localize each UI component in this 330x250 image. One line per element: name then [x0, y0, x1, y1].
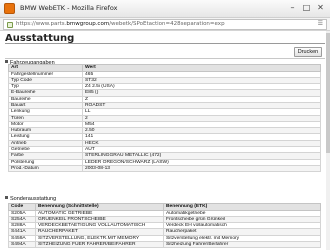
section-marker-icon	[5, 196, 8, 199]
navigation-bar: https://www.parts.bmwgroup.com/webetk/SP…	[0, 18, 330, 31]
firefox-icon	[4, 3, 15, 14]
window-title: BMW WebETK - Mozilla Firefox	[20, 4, 118, 12]
special-equipment-table: Code Benennung (Schnittstelle) Benennung…	[8, 203, 321, 249]
url-path: /webetk/SPoEtaction=428separation=exp	[109, 21, 225, 27]
page-toolbar: Drucken	[5, 43, 325, 59]
table-cell: 2003-08-13	[82, 164, 321, 173]
maximize-button[interactable]: □	[300, 3, 313, 14]
close-button[interactable]: ✕	[314, 3, 327, 14]
minimize-button[interactable]: –	[286, 3, 299, 14]
url-domain: bmwgroup.com	[66, 21, 110, 27]
address-bar[interactable]: https://www.parts.bmwgroup.com/webetk/SP…	[3, 19, 327, 30]
equipment-row: S494A SITZHEIZUNG FUER FAHRER/BEIFAHRER Si…	[8, 240, 321, 249]
url-text[interactable]: https://www.parts.bmwgroup.com/webetk/SP…	[16, 21, 316, 27]
vehicle-data-row: Prod.-Datum 2003-08-13	[8, 164, 321, 173]
table-cell: SITZHEIZUNG FUER FAHRER/BEIFAHRER	[35, 240, 164, 249]
vehicle-data-table: Art Wert Fahrgestellnummer 465 Typ Code ST3…	[8, 64, 321, 173]
table-cell: Sitzheizung Fahrer/Beifahrer	[163, 240, 321, 249]
print-button[interactable]: Drucken	[294, 47, 322, 57]
section-title: Sonderausstattung	[10, 196, 57, 202]
url-prefix: https://www.parts.	[16, 21, 67, 27]
window-titlebar: BMW WebETK - Mozilla Firefox – □ ✕	[0, 0, 330, 18]
section-marker-icon	[5, 60, 8, 63]
menu-icon[interactable]: ☰	[318, 20, 323, 27]
table-cell: S494A	[8, 240, 36, 249]
table-cell: VERDECKBETAETIGUNG VOLLAUTOMATISCH	[35, 222, 164, 230]
lock-icon[interactable]	[7, 22, 13, 28]
table-cell: Prod.-Datum	[8, 164, 83, 173]
scrollbar-thumb[interactable]	[326, 33, 330, 153]
section-heading-sonderausstattung: Sonderausstattung	[5, 196, 325, 203]
